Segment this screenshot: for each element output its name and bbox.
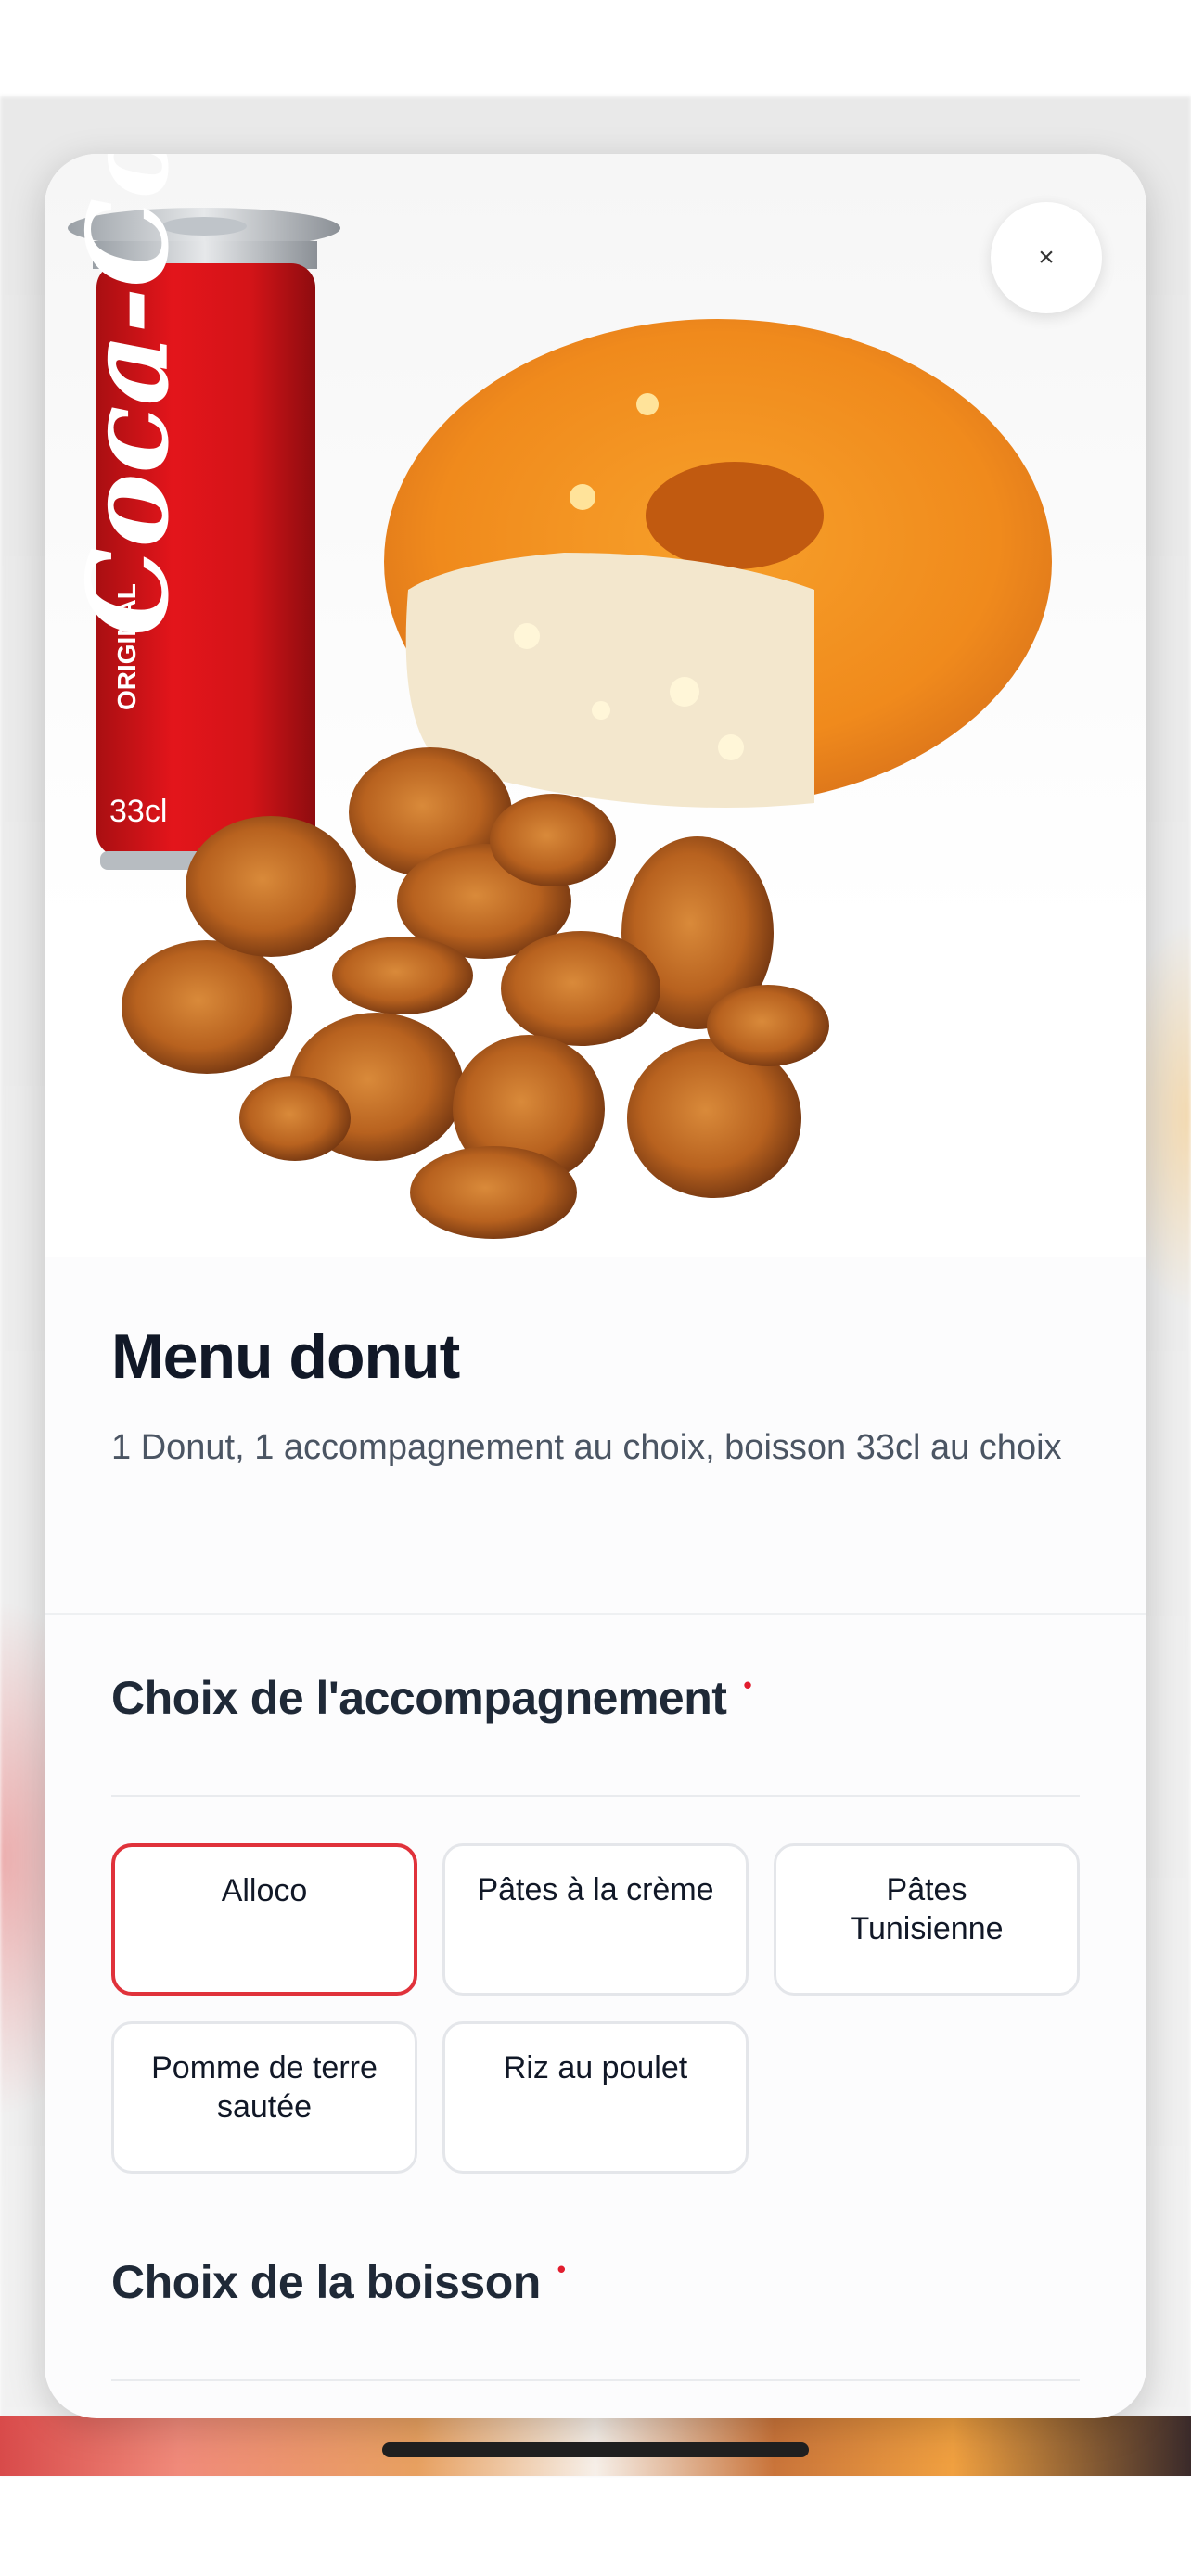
close-icon[interactable]: × <box>1038 242 1055 274</box>
menu-photo: Coca-Cola ORIGINAL 33cl <box>63 154 1052 1239</box>
section-title-accompaniment: Choix de l'accompagnement • <box>111 1671 752 1724</box>
svg-text:ORIGINAL: ORIGINAL <box>112 583 141 710</box>
required-marker: • <box>743 1671 752 1699</box>
product-description: 1 Donut, 1 accompagnement au choix, bois… <box>111 1428 1062 1467</box>
home-indicator[interactable] <box>382 2442 809 2457</box>
soda-can: Coca-Cola ORIGINAL 33cl <box>63 154 340 870</box>
option-pomme-de-terre[interactable]: Pomme de terre sautée <box>111 2021 417 2174</box>
donut <box>384 319 1052 808</box>
can-brand-text: Coca-Cola <box>63 154 194 636</box>
option-pates-creme[interactable]: Pâtes à la crème <box>442 1843 749 1996</box>
section-divider <box>111 2379 1080 2381</box>
close-button[interactable]: × <box>991 202 1102 313</box>
required-marker: • <box>557 2255 566 2283</box>
product-modal: Coca-Cola ORIGINAL 33cl × Menu donut 1 D… <box>45 154 1146 2418</box>
section-divider <box>111 1795 1080 1797</box>
option-pates-tunisienne[interactable]: Pâtes Tunisienne <box>774 1843 1080 1996</box>
option-riz-poulet[interactable]: Riz au poulet <box>442 2021 749 2174</box>
section-title-drink: Choix de la boisson • <box>111 2255 566 2308</box>
option-alloco[interactable]: Alloco <box>111 1843 417 1996</box>
product-title: Menu donut <box>111 1321 460 1392</box>
section-divider <box>45 1613 1146 1615</box>
svg-text:33cl: 33cl <box>109 794 167 829</box>
product-image: Coca-Cola ORIGINAL 33cl × <box>45 154 1146 1257</box>
